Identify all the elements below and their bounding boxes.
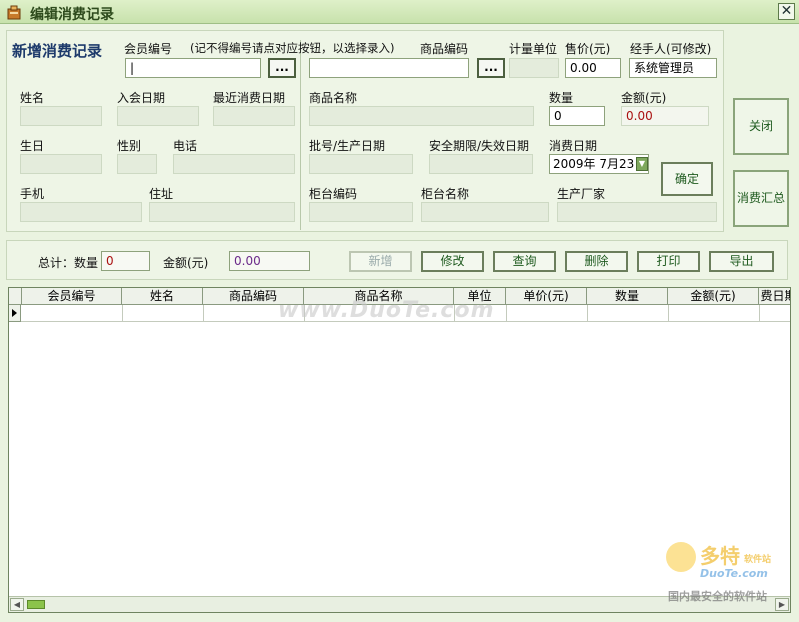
batch-label: 批号/生产日期: [309, 139, 386, 153]
total-qty-field: 0: [101, 251, 150, 271]
window-title: 编辑消费记录: [30, 7, 114, 23]
header-corner: [9, 288, 22, 305]
print-button[interactable]: 打印: [637, 251, 700, 272]
counter-code-label: 柜台编码: [309, 187, 358, 201]
price-input[interactable]: 0.00: [565, 58, 621, 78]
last-date-label: 最近消费日期: [213, 91, 286, 105]
close-button[interactable]: 关闭: [733, 98, 789, 155]
close-icon[interactable]: ✕: [778, 3, 795, 20]
batch-field: [309, 154, 413, 174]
handler-label: 经手人(可修改): [630, 42, 712, 56]
form-heading: 新增消费记录: [12, 42, 103, 60]
chevron-down-icon[interactable]: ▼: [636, 157, 648, 171]
watermark-logo-text: 多特: [700, 544, 740, 568]
quantity-input[interactable]: 0: [549, 106, 605, 126]
header-date[interactable]: 费日期: [759, 288, 790, 305]
maker-field: [557, 202, 717, 222]
app-icon: [7, 5, 21, 20]
handler-input[interactable]: 系统管理员: [629, 58, 717, 78]
birthday-field: [20, 154, 102, 174]
unit-label: 计量单位: [509, 42, 558, 56]
form-divider: [300, 40, 301, 230]
summary-button[interactable]: 消费汇总: [733, 170, 789, 227]
export-button[interactable]: 导出: [709, 251, 774, 272]
header-quantity[interactable]: 数量: [587, 288, 668, 305]
product-code-input[interactable]: [309, 58, 469, 78]
phone-label: 电话: [173, 139, 198, 153]
header-name[interactable]: 姓名: [122, 288, 203, 305]
scroll-left-icon[interactable]: ◀: [10, 598, 24, 611]
address-label: 住址: [149, 187, 174, 201]
consume-date-label: 消费日期: [549, 139, 598, 153]
new-button[interactable]: 新增: [349, 251, 412, 272]
counter-name-field: [421, 202, 549, 222]
watermark-logo: 多特 软件站 DuoTe.com 国内最安全的软件站: [664, 540, 794, 606]
product-code-label: 商品编码: [420, 42, 469, 56]
header-unit-price[interactable]: 单价(元): [506, 288, 587, 305]
counter-name-label: 柜台名称: [421, 187, 470, 201]
total-amount-field: 0.00: [229, 251, 310, 271]
mascot-icon: [666, 542, 696, 572]
quantity-label: 数量: [549, 91, 574, 105]
mobile-label: 手机: [20, 187, 45, 201]
amount-label: 金额(元): [621, 91, 667, 105]
title-bar: 编辑消费记录 ✕: [0, 0, 799, 24]
member-id-label: 会员编号: [124, 42, 173, 56]
join-date-field: [117, 106, 199, 126]
edit-button[interactable]: 修改: [421, 251, 484, 272]
expiry-label: 安全期限/失效日期: [429, 139, 530, 153]
total-amount-label: 金额(元): [163, 256, 209, 270]
scroll-thumb[interactable]: [27, 600, 45, 609]
watermark-logo-sub: 软件站: [744, 555, 772, 565]
name-label: 姓名: [20, 91, 45, 105]
watermark-tagline: 国内最安全的软件站: [668, 590, 767, 603]
gender-field: [117, 154, 157, 174]
watermark-url: DuoTe.com: [700, 567, 768, 580]
unit-field: [509, 58, 559, 78]
gender-label: 性别: [117, 139, 142, 153]
member-browse-button[interactable]: ...: [268, 58, 296, 78]
product-name-field: [309, 106, 534, 126]
counter-code-field: [309, 202, 413, 222]
consume-date-picker[interactable]: 2009年 7月23日: [549, 154, 649, 174]
product-name-label: 商品名称: [309, 91, 358, 105]
header-amount[interactable]: 金额(元): [668, 288, 759, 305]
delete-button[interactable]: 删除: [565, 251, 628, 272]
birthday-label: 生日: [20, 139, 45, 153]
member-hint: (记不得编号请点对应按钮，以选择录入): [190, 41, 395, 55]
address-field: [149, 202, 295, 222]
expiry-field: [429, 154, 533, 174]
watermark-center: www.DuoTe.com: [278, 298, 495, 323]
query-button[interactable]: 查询: [493, 251, 556, 272]
last-date-field: [213, 106, 295, 126]
header-member-id[interactable]: 会员编号: [22, 288, 122, 305]
phone-field: [173, 154, 295, 174]
confirm-button[interactable]: 确定: [661, 162, 713, 196]
product-browse-button[interactable]: ...: [477, 58, 505, 78]
amount-field: 0.00: [621, 106, 709, 126]
name-field: [20, 106, 102, 126]
member-id-input[interactable]: |: [125, 58, 261, 78]
maker-label: 生产厂家: [557, 187, 606, 201]
total-qty-label: 总计：数量: [38, 256, 99, 270]
row-indicator-icon: [9, 305, 21, 322]
join-date-label: 入会日期: [117, 91, 166, 105]
mobile-field: [20, 202, 142, 222]
price-label: 售价(元): [565, 42, 611, 56]
